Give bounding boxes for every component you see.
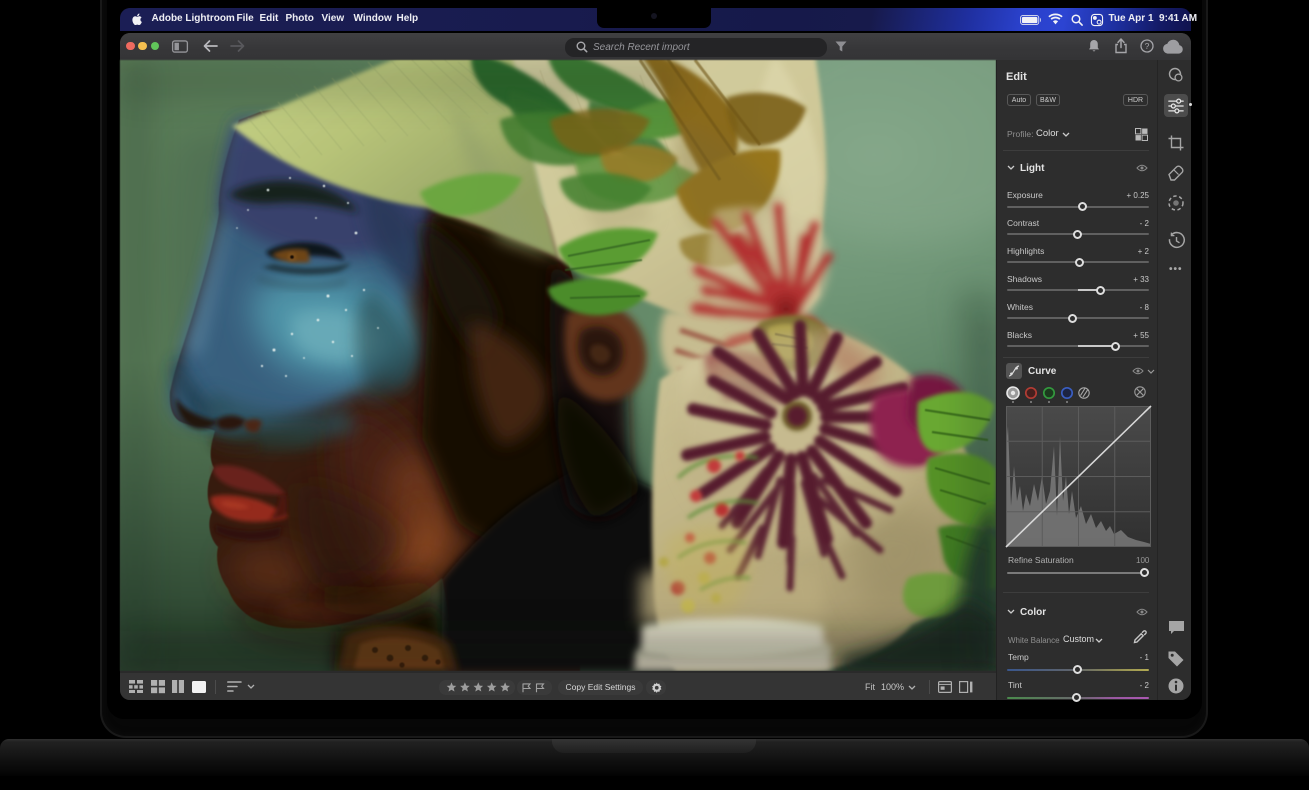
svg-text:?: ? xyxy=(1145,41,1150,51)
